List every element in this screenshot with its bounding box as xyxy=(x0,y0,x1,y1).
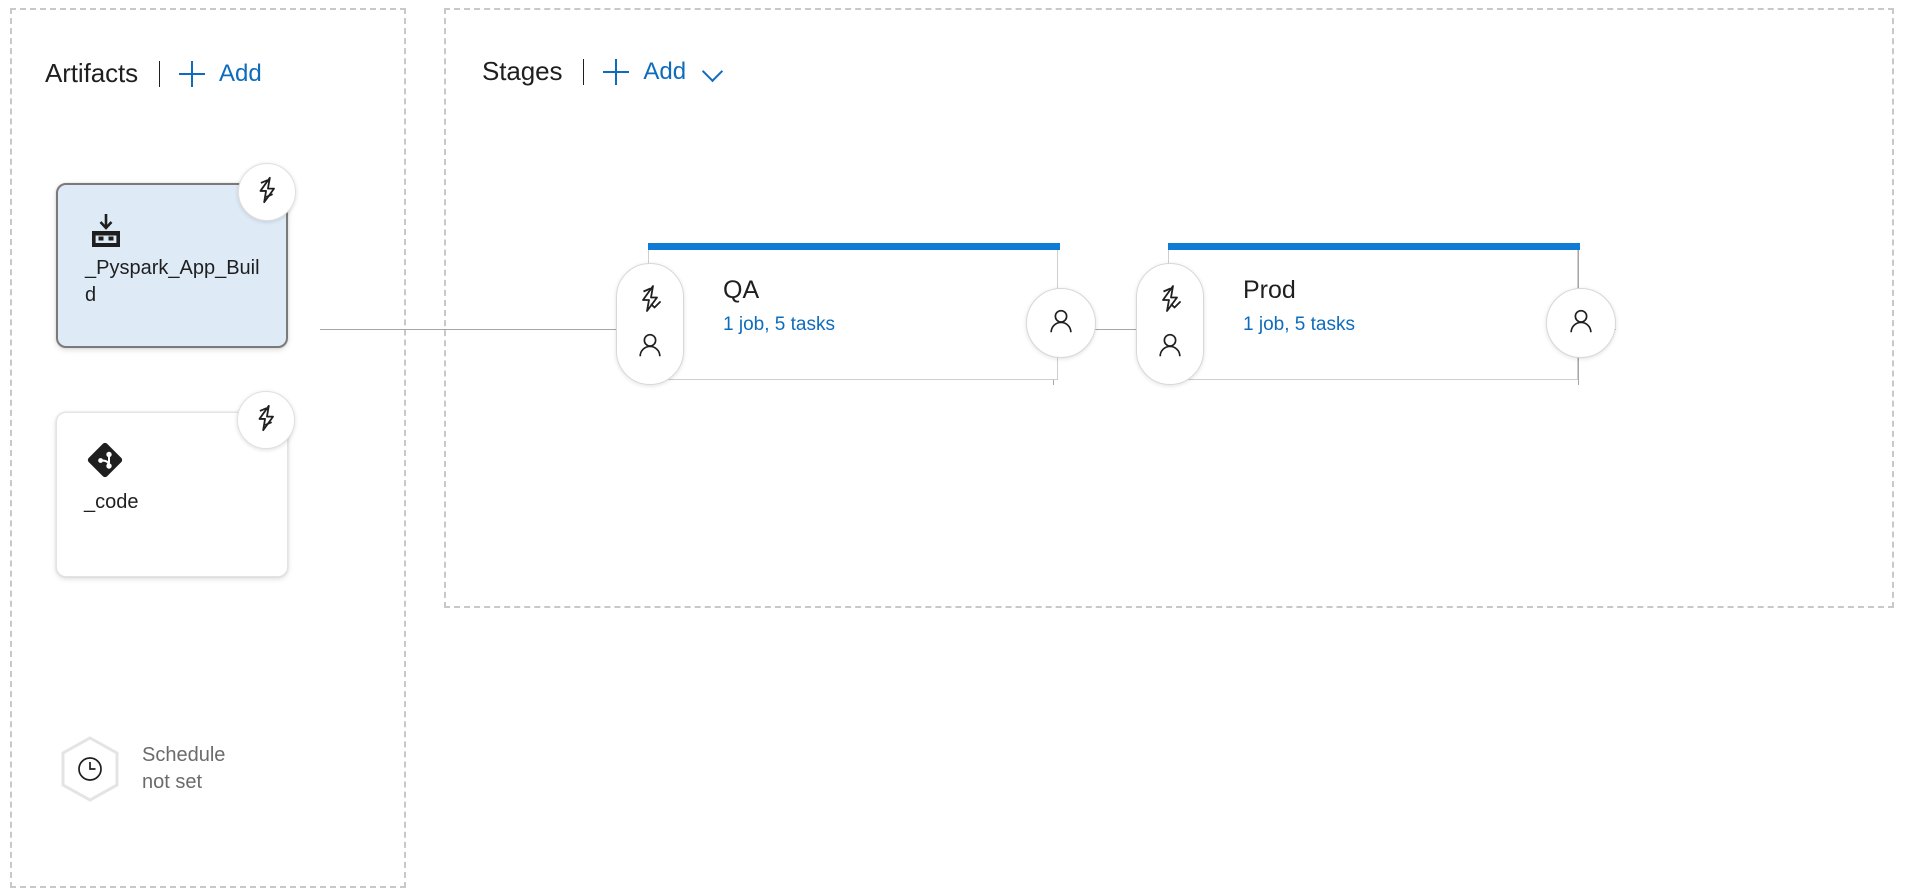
artifact-card-code[interactable]: _code xyxy=(56,391,295,577)
chevron-down-icon[interactable] xyxy=(703,61,725,83)
stage-card-prod[interactable]: Prod 1 job, 5 tasks xyxy=(1136,243,1616,385)
add-stage-button[interactable]: Add xyxy=(643,58,686,86)
artifact-trigger-button[interactable] xyxy=(238,163,296,221)
lightning-bolt-check-icon xyxy=(634,283,666,320)
stage-card-qa[interactable]: QA 1 job, 5 tasks xyxy=(616,243,1096,385)
artifact-card-build[interactable]: _Pyspark_App_Build xyxy=(56,163,296,348)
person-icon xyxy=(1566,306,1596,341)
stage-name: QA xyxy=(723,276,760,304)
stage-name: Prod xyxy=(1243,276,1296,304)
pre-deployment-conditions-button[interactable] xyxy=(1136,263,1204,385)
schedule-label: Schedule xyxy=(142,744,226,766)
lightning-bolt-icon xyxy=(252,175,282,210)
person-icon xyxy=(1155,330,1185,365)
stage-summary[interactable]: 1 job, 5 tasks xyxy=(1243,312,1355,338)
stage-accent-bar xyxy=(1168,243,1580,250)
person-icon xyxy=(635,330,665,365)
person-icon xyxy=(1046,306,1076,341)
pre-deployment-conditions-button[interactable] xyxy=(616,263,684,385)
schedule-trigger[interactable]: Schedule not set xyxy=(58,735,225,803)
stage-accent-bar xyxy=(648,243,1060,250)
post-deployment-conditions-button[interactable] xyxy=(1026,288,1096,358)
build-artifact-icon xyxy=(86,212,126,252)
artifact-label: _Pyspark_App_Build xyxy=(85,257,260,306)
add-artifact-button[interactable]: Add xyxy=(219,60,262,88)
schedule-status-text: Schedule not set xyxy=(142,742,225,796)
lightning-bolt-check-icon xyxy=(1154,283,1186,320)
lightning-bolt-icon xyxy=(251,403,281,438)
artifact-label: _code xyxy=(84,491,139,513)
header-divider xyxy=(583,58,585,85)
header-divider xyxy=(159,60,161,87)
schedule-value: not set xyxy=(142,771,203,793)
stages-title: Stages xyxy=(482,56,563,86)
git-repository-icon xyxy=(85,440,125,480)
stages-header: Stages Add xyxy=(482,56,725,87)
plus-icon[interactable] xyxy=(179,60,206,87)
stage-summary[interactable]: 1 job, 5 tasks xyxy=(723,312,835,338)
artifacts-header: Artifacts Add xyxy=(45,58,262,89)
artifact-trigger-button[interactable] xyxy=(237,391,295,449)
clock-hexagon-icon xyxy=(58,735,122,803)
post-deployment-conditions-button[interactable] xyxy=(1546,288,1616,358)
connector-artifact-to-qa xyxy=(320,329,620,330)
artifacts-title: Artifacts xyxy=(45,58,139,88)
plus-icon[interactable] xyxy=(603,58,630,85)
